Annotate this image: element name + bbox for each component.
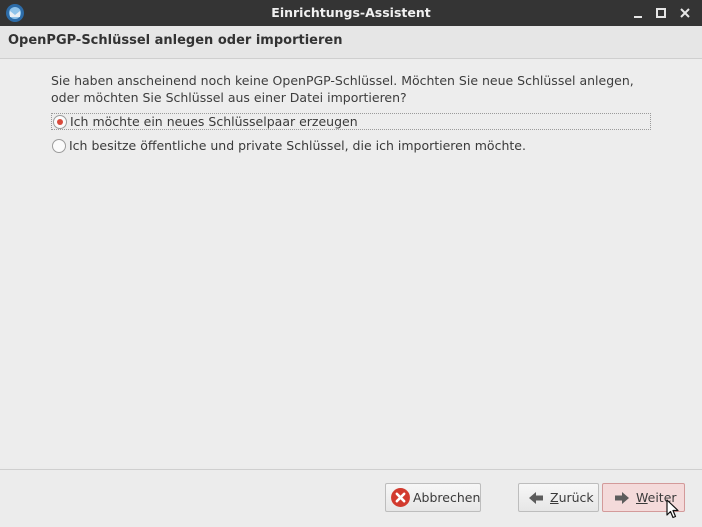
- cancel-button[interactable]: Abbrechen: [385, 483, 481, 512]
- radio-selected-icon[interactable]: [53, 115, 67, 129]
- title-bar[interactable]: Einrichtungs-Assistent: [0, 0, 702, 26]
- option-import-keys-label[interactable]: Ich besitze öffentliche und private Schl…: [69, 137, 526, 155]
- close-icon[interactable]: [675, 3, 695, 23]
- description-text: Sie haben anscheinend noch keine OpenPGP…: [51, 73, 634, 105]
- wizard-window: Einrichtungs-Assistent OpenPGP-Schlüssel…: [0, 0, 702, 527]
- arrow-left-icon: [529, 492, 543, 504]
- cancel-label: Abbrechen: [413, 490, 481, 505]
- mouse-pointer-icon: [666, 499, 679, 519]
- back-button[interactable]: Zurück: [518, 483, 599, 512]
- option-create-keypair-label[interactable]: Ich möchte ein neues Schlüsselpaar erzeu…: [70, 113, 358, 131]
- maximize-icon[interactable]: [651, 3, 671, 23]
- cancel-icon: [391, 488, 410, 507]
- page-title: OpenPGP-Schlüssel anlegen oder importier…: [8, 33, 343, 48]
- minimize-icon[interactable]: [628, 3, 648, 23]
- radio-unselected-icon[interactable]: [52, 139, 66, 153]
- option-create-keypair[interactable]: Ich möchte ein neues Schlüsselpaar erzeu…: [51, 113, 651, 130]
- wizard-content: Sie haben anscheinend noch keine OpenPGP…: [0, 59, 702, 467]
- arrow-right-icon: [615, 492, 629, 504]
- back-label: Zurück: [550, 490, 594, 505]
- wizard-page-header: OpenPGP-Schlüssel anlegen oder importier…: [0, 26, 702, 59]
- footer-separator: [0, 469, 702, 470]
- window-title: Einrichtungs-Assistent: [271, 5, 431, 20]
